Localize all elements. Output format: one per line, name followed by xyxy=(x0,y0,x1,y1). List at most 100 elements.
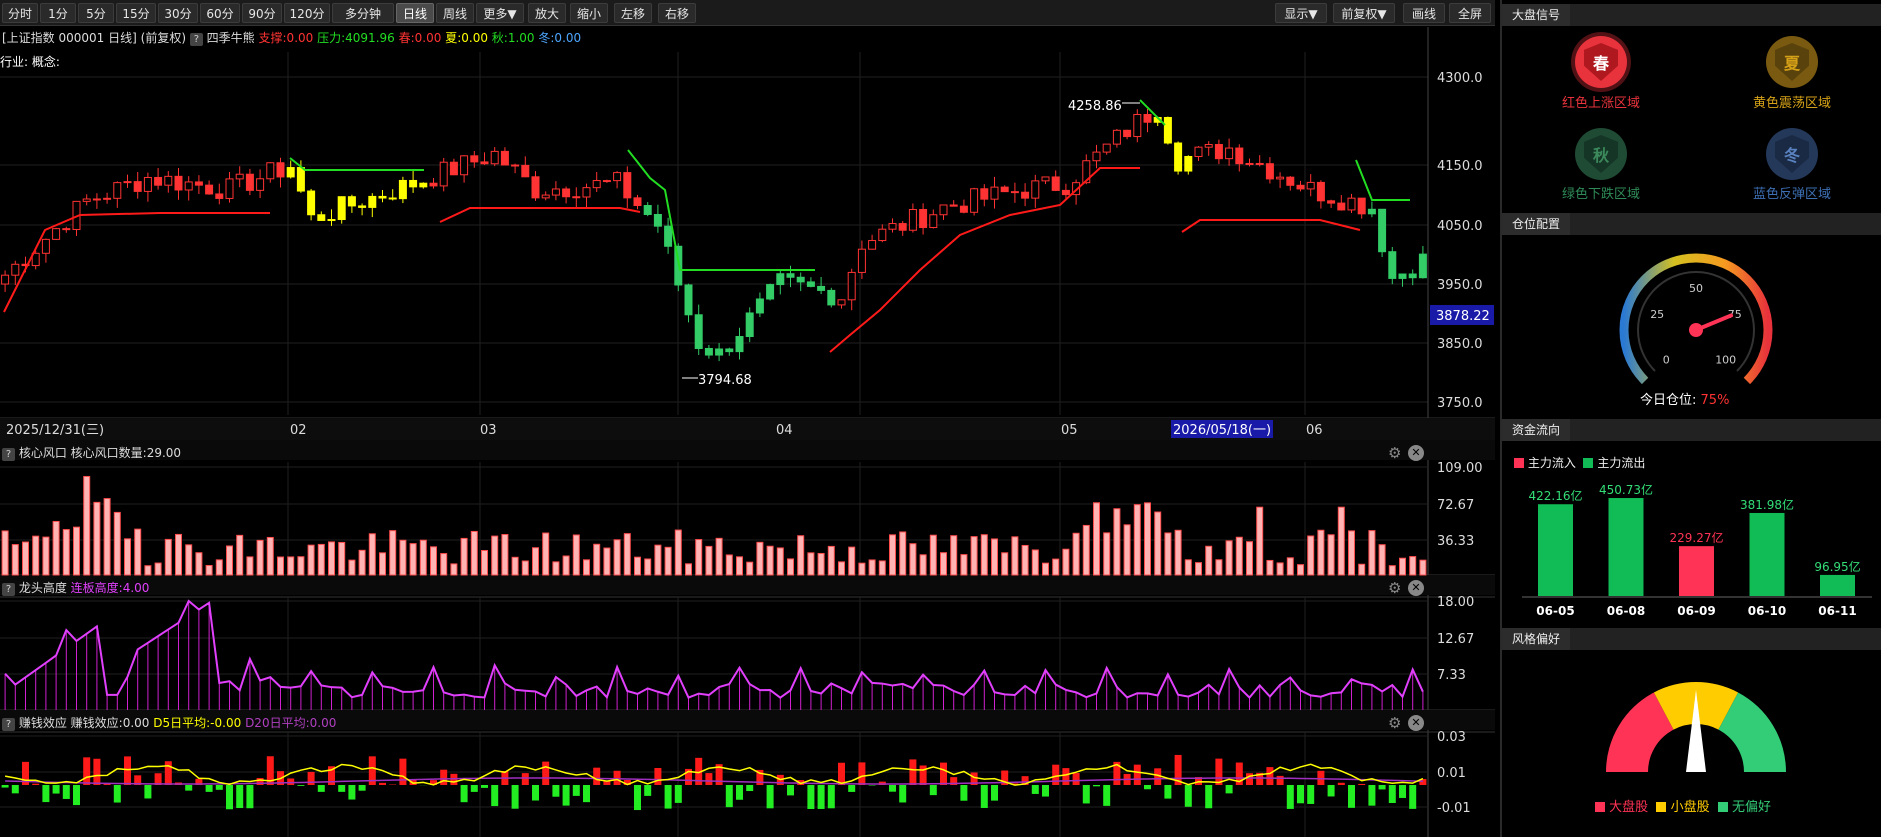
fengkou-bar xyxy=(470,530,478,576)
fengkou-bar xyxy=(1133,504,1141,576)
fengkou-bar xyxy=(277,556,284,576)
spring-shield-icon[interactable]: 春 xyxy=(1575,36,1627,88)
close-icon[interactable]: ✕ xyxy=(1408,580,1424,596)
panel-help-icon[interactable]: ? xyxy=(2,448,15,461)
fengkou-bar xyxy=(430,546,437,576)
stock-app: 分时 1分 5分 15分 30分 60分 90分 120分 多分钟 日线 周线 … xyxy=(0,0,1881,837)
chart-area[interactable]: 4300.0 4150.0 4050.0 3950.0 3850.0 3750.0 3878… xyxy=(0,0,1495,837)
fengkou-bar xyxy=(440,553,448,576)
candle-body xyxy=(1123,129,1132,138)
panel-help-icon[interactable]: ? xyxy=(2,718,15,731)
candle-body xyxy=(990,186,999,200)
money-effect-bar xyxy=(919,765,927,785)
fengkou-bar xyxy=(868,559,876,576)
support-line xyxy=(439,207,641,223)
money-effect-bar xyxy=(909,759,917,785)
money-effect-bar xyxy=(1133,764,1141,785)
close-icon[interactable]: ✕ xyxy=(1408,445,1424,461)
panel-help-icon[interactable]: ? xyxy=(2,583,15,596)
fundflow-bar xyxy=(1679,546,1714,596)
section-title: 仓位配置 xyxy=(1502,213,1571,235)
fengkou-bar xyxy=(1307,535,1315,576)
candle-body xyxy=(398,179,407,200)
close-icon[interactable]: ✕ xyxy=(1408,715,1424,731)
money-effect-bar xyxy=(1082,785,1090,804)
fengkou-bar xyxy=(1368,530,1376,576)
low-price-label: 3794.68 xyxy=(698,373,752,388)
gauge-arc xyxy=(1619,253,1773,385)
candle-body xyxy=(766,284,775,300)
money-effect-bar xyxy=(664,785,672,809)
money-effect-bar xyxy=(1062,768,1070,785)
money-effect-bar xyxy=(1368,785,1376,806)
fengkou-bar xyxy=(409,543,417,576)
fengkou-bar xyxy=(919,554,927,576)
fengkou-bar xyxy=(1082,524,1090,576)
gear-icon[interactable]: ⚙ xyxy=(1388,444,1406,462)
money-effect-bar xyxy=(73,785,80,806)
fengkou-bar xyxy=(644,558,652,576)
y-tick-label: 0.01 xyxy=(1437,766,1466,781)
y-tick-label: 72.67 xyxy=(1437,498,1474,513)
fengkou-bar xyxy=(379,552,386,576)
gear-icon[interactable]: ⚙ xyxy=(1388,714,1406,732)
fengkou-bar xyxy=(134,528,142,576)
money-effect-bar xyxy=(991,785,998,801)
candle-body xyxy=(1337,202,1346,211)
summer-shield-icon[interactable]: 夏 xyxy=(1766,36,1818,88)
fengkou-bar xyxy=(307,544,315,576)
money-effect-bar xyxy=(807,785,815,809)
fundflow-value-label: 381.98亿 xyxy=(1740,497,1794,512)
fundflow-category-label: 06-09 xyxy=(1677,604,1715,618)
money-effect-bar xyxy=(746,785,754,792)
fengkou-bar xyxy=(215,559,223,576)
candle-body xyxy=(460,155,469,176)
money-effect-bar xyxy=(124,756,131,785)
autumn-shield-icon[interactable]: 秋 xyxy=(1575,128,1627,180)
fengkou-bar xyxy=(878,560,886,576)
y-tick-label: 3950.0 xyxy=(1437,278,1483,293)
height-line xyxy=(4,599,1424,700)
fengkou-bar xyxy=(1225,540,1233,576)
candle-body xyxy=(959,205,968,213)
candle-body xyxy=(1306,181,1315,190)
money-effect-bar xyxy=(1266,767,1274,785)
fengkou-bar xyxy=(103,498,111,576)
candle-body xyxy=(582,187,591,198)
fengkou-bar xyxy=(1001,552,1009,576)
money-effect-bar xyxy=(766,785,774,809)
candle-body xyxy=(857,248,866,273)
money-effect-bar xyxy=(338,785,346,792)
pressure-line xyxy=(627,149,815,271)
winter-shield-icon[interactable]: 冬 xyxy=(1766,128,1818,180)
panel-title: 龙头高度 xyxy=(18,581,67,595)
candle-body xyxy=(1214,144,1223,160)
fengkou-bar xyxy=(1154,511,1162,576)
candle-body xyxy=(1225,147,1234,160)
candle-body xyxy=(796,276,805,283)
fengkou-bar xyxy=(797,535,805,576)
candle-body xyxy=(317,214,326,221)
money-effect-bar xyxy=(1276,775,1284,785)
money-effect-bar xyxy=(307,771,315,785)
fengkou-bar xyxy=(521,560,529,576)
candle-body xyxy=(184,181,193,191)
fengkou-bar xyxy=(980,534,988,576)
gear-icon[interactable]: ⚙ xyxy=(1388,579,1406,597)
money-effect-bar xyxy=(827,785,835,809)
candle-body xyxy=(194,181,203,186)
fengkou-bar xyxy=(1195,562,1202,576)
fengkou-bar xyxy=(11,544,19,576)
money-effect-bar xyxy=(1409,785,1417,809)
gauge-tick-label: 100 xyxy=(1715,354,1736,367)
money-effect-bar xyxy=(980,785,988,808)
candle-body xyxy=(52,228,61,240)
money-effect-bar xyxy=(1348,785,1355,808)
fengkou-bar xyxy=(766,545,774,576)
money-effect-bar xyxy=(593,767,601,785)
candle-body xyxy=(113,182,122,199)
fengkou-bar xyxy=(93,501,101,576)
money-effect-bar xyxy=(725,785,733,808)
candle-body xyxy=(1143,113,1152,123)
fengkou-bar xyxy=(460,537,468,576)
